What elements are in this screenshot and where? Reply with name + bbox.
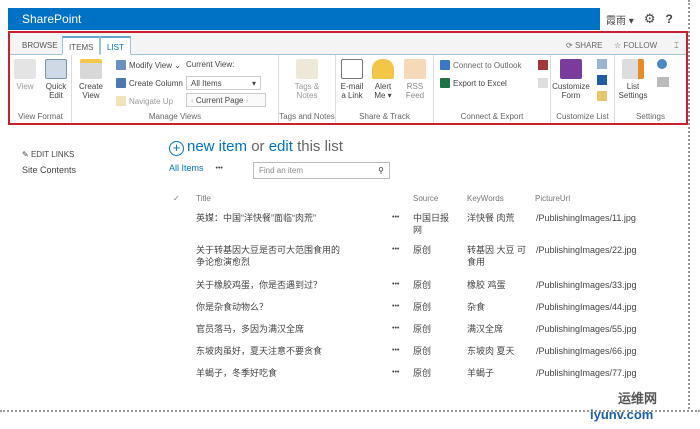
keywords-cell: 转基因 大豆 可食用 bbox=[467, 245, 527, 267]
title-link[interactable]: 官员落马，多因为满汉全席 bbox=[196, 323, 346, 335]
plus-circle-icon[interactable]: + bbox=[169, 141, 184, 156]
top-right-bar: 霞雨 ▾ ⚙ ? bbox=[600, 8, 690, 30]
source-cell: 原创 bbox=[413, 245, 432, 255]
column-header-pictureurl[interactable]: PictureUrl bbox=[535, 194, 570, 203]
keywords-cell: 橡胶 鸡蛋 bbox=[467, 280, 506, 290]
pictureurl-cell: /PublishingImages/33.jpg bbox=[536, 280, 637, 290]
torn-edge bbox=[688, 0, 700, 429]
user-menu[interactable]: 霞雨 ▾ bbox=[606, 12, 634, 27]
edit-list-link[interactable]: edit bbox=[269, 138, 293, 155]
source-cell: 原创 bbox=[413, 280, 432, 290]
highlight-frame bbox=[8, 31, 688, 125]
item-menu-ellipsis[interactable]: ••• bbox=[392, 345, 399, 357]
search-input[interactable]: Find an item ⚲ bbox=[253, 162, 390, 179]
keywords-cell: 杂食 bbox=[467, 302, 486, 312]
item-menu-ellipsis[interactable]: ••• bbox=[392, 301, 399, 313]
edit-links-button[interactable]: ✎ EDIT LINKS bbox=[22, 150, 76, 159]
new-item-bar: + new item or edit this list bbox=[169, 138, 343, 156]
item-menu-ellipsis[interactable]: ••• bbox=[392, 323, 399, 335]
app-title[interactable]: SharePoint bbox=[22, 12, 81, 26]
new-item-link[interactable]: new item bbox=[187, 138, 247, 155]
pictureurl-cell: /PublishingImages/22.jpg bbox=[536, 245, 637, 255]
title-link[interactable]: 关于转基因大豆是否可大范围食用的争论愈演愈烈 bbox=[196, 244, 346, 268]
more-views-button[interactable]: ••• bbox=[216, 165, 223, 172]
left-nav: ✎ EDIT LINKS Site Contents bbox=[22, 150, 76, 175]
pictureurl-cell: /PublishingImages/44.jpg bbox=[536, 302, 637, 312]
source-cell: 原创 bbox=[413, 368, 432, 378]
keywords-cell: 东坡肉 夏天 bbox=[467, 346, 515, 356]
source-cell: 原创 bbox=[413, 324, 432, 334]
pictureurl-cell: /PublishingImages/77.jpg bbox=[536, 368, 637, 378]
title-link[interactable]: 东坡肉虽好，夏天注意不要贪食 bbox=[196, 345, 346, 357]
column-header-source[interactable]: Source bbox=[413, 194, 438, 203]
keywords-cell: 羊蝎子 bbox=[467, 368, 495, 378]
column-header-keywords[interactable]: KeyWords bbox=[467, 194, 504, 203]
title-link[interactable]: 你是杂食动物么？ bbox=[196, 301, 346, 313]
column-header-title[interactable]: Title bbox=[196, 194, 211, 203]
watermark-logo: 运维网 iyunv.com bbox=[590, 391, 658, 422]
pictureurl-cell: /PublishingImages/66.jpg bbox=[536, 346, 637, 356]
source-cell: 原创 bbox=[413, 302, 432, 312]
item-menu-ellipsis[interactable]: ••• bbox=[392, 244, 399, 256]
pictureurl-cell: /PublishingImages/11.jpg bbox=[536, 213, 636, 223]
help-icon[interactable]: ? bbox=[665, 12, 672, 26]
title-link[interactable]: 羊蝎子，冬季好吃食 bbox=[196, 367, 346, 379]
source-cell: 原创 bbox=[413, 346, 432, 356]
source-cell: 中国日报网 bbox=[413, 213, 450, 235]
nav-site-contents[interactable]: Site Contents bbox=[22, 165, 76, 175]
pictureurl-cell: /PublishingImages/55.jpg bbox=[536, 324, 637, 334]
item-menu-ellipsis[interactable]: ••• bbox=[392, 212, 399, 224]
title-link[interactable]: 关于橡胶鸡蛋，你是否遇到过？ bbox=[196, 279, 346, 291]
select-all-checkmark[interactable]: ✓ bbox=[173, 194, 180, 203]
view-all-items[interactable]: All Items bbox=[169, 163, 204, 173]
item-menu-ellipsis[interactable]: ••• bbox=[392, 367, 399, 379]
search-icon[interactable]: ⚲ bbox=[378, 166, 384, 175]
keywords-cell: 满汉全席 bbox=[467, 324, 504, 334]
view-selector: All Items ••• bbox=[169, 163, 223, 173]
keywords-cell: 洋快餐 肉荒 bbox=[467, 213, 515, 223]
title-link[interactable]: 英媒：中国“洋快餐”面临“肉荒” bbox=[196, 212, 346, 224]
gear-icon[interactable]: ⚙ bbox=[644, 11, 656, 27]
item-menu-ellipsis[interactable]: ••• bbox=[392, 279, 399, 291]
pencil-icon: ✎ bbox=[22, 150, 31, 159]
suite-bar: SharePoint bbox=[8, 8, 600, 30]
